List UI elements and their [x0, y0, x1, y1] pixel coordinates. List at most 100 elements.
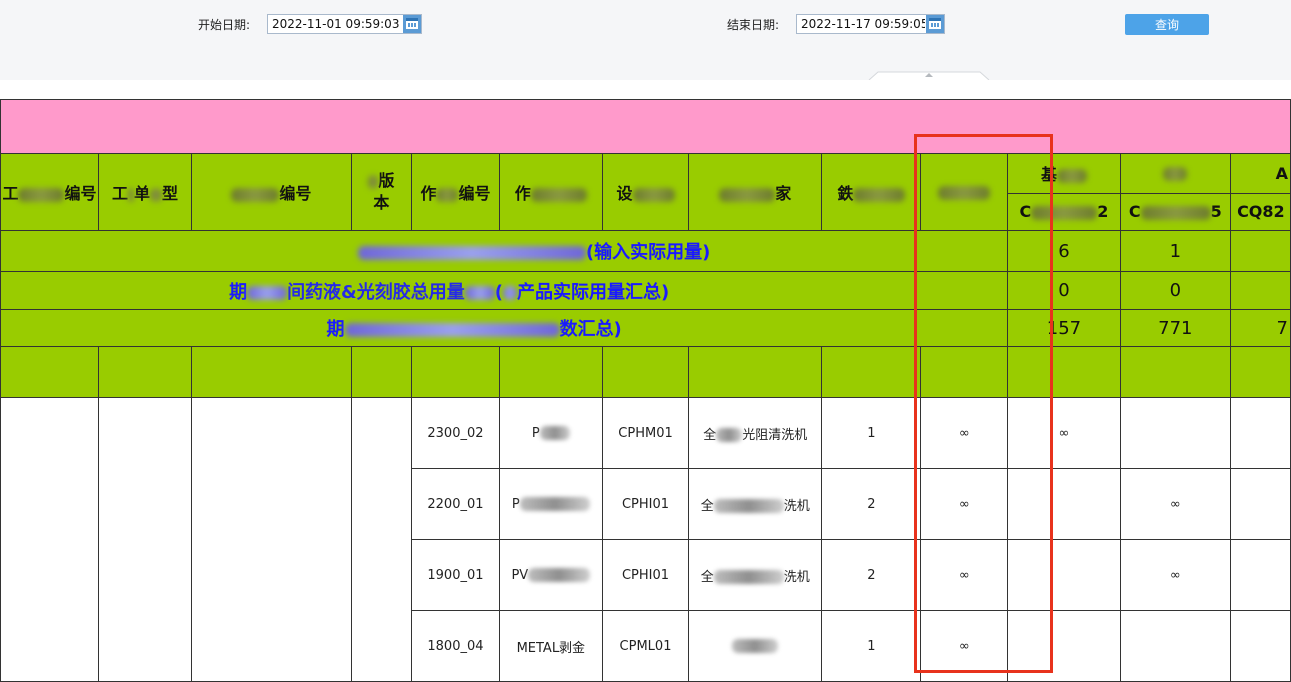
summary-row-3: 期数汇总) 157 771 7 [0, 309, 1291, 347]
op-name-cell: PV [498, 539, 603, 611]
collapse-handle[interactable] [868, 70, 990, 80]
blank-row [0, 346, 1291, 398]
header-col11-top: 基 [1007, 153, 1121, 194]
merged-cell [97, 397, 193, 682]
summary-row-1: (输入实际用量) 6 1 [0, 230, 1291, 272]
header-version: 版本 [350, 153, 413, 231]
start-date-field[interactable] [267, 14, 422, 34]
redacted-text [357, 246, 586, 260]
end-date-input[interactable] [797, 15, 925, 33]
redacted-text [436, 187, 459, 202]
start-date-label: 开始日期: [198, 18, 251, 32]
col10-cell: ∞ [920, 397, 1009, 469]
summary-1-col13 [1230, 230, 1291, 272]
summary-2-col12: 0 [1119, 271, 1232, 310]
redacted-text [938, 186, 991, 200]
col12-cell: ∞ [1119, 539, 1232, 611]
op-name-cell: P [498, 397, 603, 469]
redacted-text [519, 497, 590, 511]
start-date-input[interactable] [268, 15, 402, 33]
subheader-col11: C2 [1007, 192, 1121, 231]
summary-row-2: 期间药液&光刻胶总用量(产品实际用量汇总) 0 0 [0, 271, 1291, 310]
redacted-text [732, 639, 779, 653]
summary-1-col11: 6 [1007, 230, 1121, 272]
col11-cell [1007, 610, 1121, 682]
end-date-label: 结束日期: [727, 18, 780, 32]
col12-cell [1119, 610, 1232, 682]
summary-label-2: 期间药液&光刻胶总用量(产品实际用量汇总) [0, 271, 1009, 310]
header-op-no: 作编号 [411, 153, 500, 231]
redacted-text [853, 187, 906, 202]
device-cell: CPML01 [601, 610, 690, 682]
table-row: 2300_02 P CPHM01 全光阻清洗机 1 ∞ ∞ [0, 397, 1291, 682]
device-name-cell: 全洗机 [688, 539, 823, 611]
report-title-cell [0, 99, 1291, 154]
redacted-text [231, 187, 280, 202]
merged-cell [191, 397, 352, 682]
header-col9: 鉄 [821, 153, 922, 231]
calendar-icon[interactable] [926, 15, 944, 33]
redacted-text [127, 187, 134, 202]
op-name-cell: METAL剥金 [498, 610, 603, 682]
op-no-cell: 1800_04 [411, 610, 500, 682]
header-device-name: 家 [688, 153, 823, 231]
device-name-cell [688, 610, 823, 682]
redacted-text [344, 323, 560, 337]
col10-cell: ∞ [920, 468, 1009, 540]
summary-3-col12: 771 [1119, 309, 1232, 347]
redacted-text [632, 187, 675, 202]
header-op-name: 作 [498, 153, 603, 231]
redacted-text [18, 187, 65, 202]
num-cell: 1 [821, 397, 922, 469]
summary-1-col12: 1 [1119, 230, 1232, 272]
num-cell: 2 [821, 468, 922, 540]
redacted-text [713, 499, 784, 513]
col13-cell [1230, 539, 1291, 611]
col12-cell [1119, 397, 1232, 469]
col13-cell [1230, 468, 1291, 540]
summary-2-col11: 0 [1007, 271, 1121, 310]
redacted-text [716, 428, 743, 442]
redacted-text [713, 570, 784, 584]
redacted-text [1140, 205, 1211, 220]
col11-cell [1007, 468, 1121, 540]
device-name-cell: 全洗机 [688, 468, 823, 540]
num-cell: 2 [821, 539, 922, 611]
calendar-icon[interactable] [403, 15, 421, 33]
report-table: 工编号 工单型 编号 版本 作编号 作 设 家 鉄 基 A C 2 C 5 CQ… [0, 99, 1291, 682]
summary-label-3: 期数汇总) [0, 309, 1009, 347]
device-cell: CPHI01 [601, 539, 690, 611]
num-cell: 1 [821, 610, 922, 682]
header-col10 [920, 153, 1009, 231]
col11-cell [1007, 539, 1121, 611]
op-no-cell: 1900_01 [411, 539, 500, 611]
redacted-text [1163, 167, 1188, 182]
redacted-text [530, 187, 587, 202]
device-cell: CPHM01 [601, 397, 690, 469]
header-col12-top [1119, 153, 1232, 194]
col10-cell: ∞ [920, 539, 1009, 611]
merged-cell [350, 397, 413, 682]
redacted-text [1031, 205, 1098, 220]
header-device: 设 [601, 153, 690, 231]
report-title-row [0, 99, 1291, 154]
header-order-type: 工单型 [97, 153, 193, 231]
summary-3-col13: 7 [1230, 309, 1291, 347]
merged-cell [0, 397, 99, 682]
header-product-no: 编号 [191, 153, 352, 231]
op-name-cell: P [498, 468, 603, 540]
query-button[interactable]: 查询 [1125, 14, 1209, 35]
col13-cell [1230, 610, 1291, 682]
end-date-field[interactable] [796, 14, 945, 34]
redacted-text [503, 285, 517, 300]
header-row: 工编号 工单型 编号 版本 作编号 作 设 家 鉄 基 A [0, 153, 1291, 231]
header-order-no: 工编号 [0, 153, 99, 231]
col12-cell: ∞ [1119, 468, 1232, 540]
col10-cell: ∞ [920, 610, 1009, 682]
chevron-up-icon[interactable] [868, 70, 990, 80]
redacted-text [464, 285, 495, 300]
summary-label-1: (输入实际用量) [0, 230, 1009, 272]
redacted-text [1056, 168, 1087, 183]
filter-bar: 开始日期: 结束日期: 查询 [0, 0, 1291, 80]
summary-3-col11: 157 [1007, 309, 1121, 347]
